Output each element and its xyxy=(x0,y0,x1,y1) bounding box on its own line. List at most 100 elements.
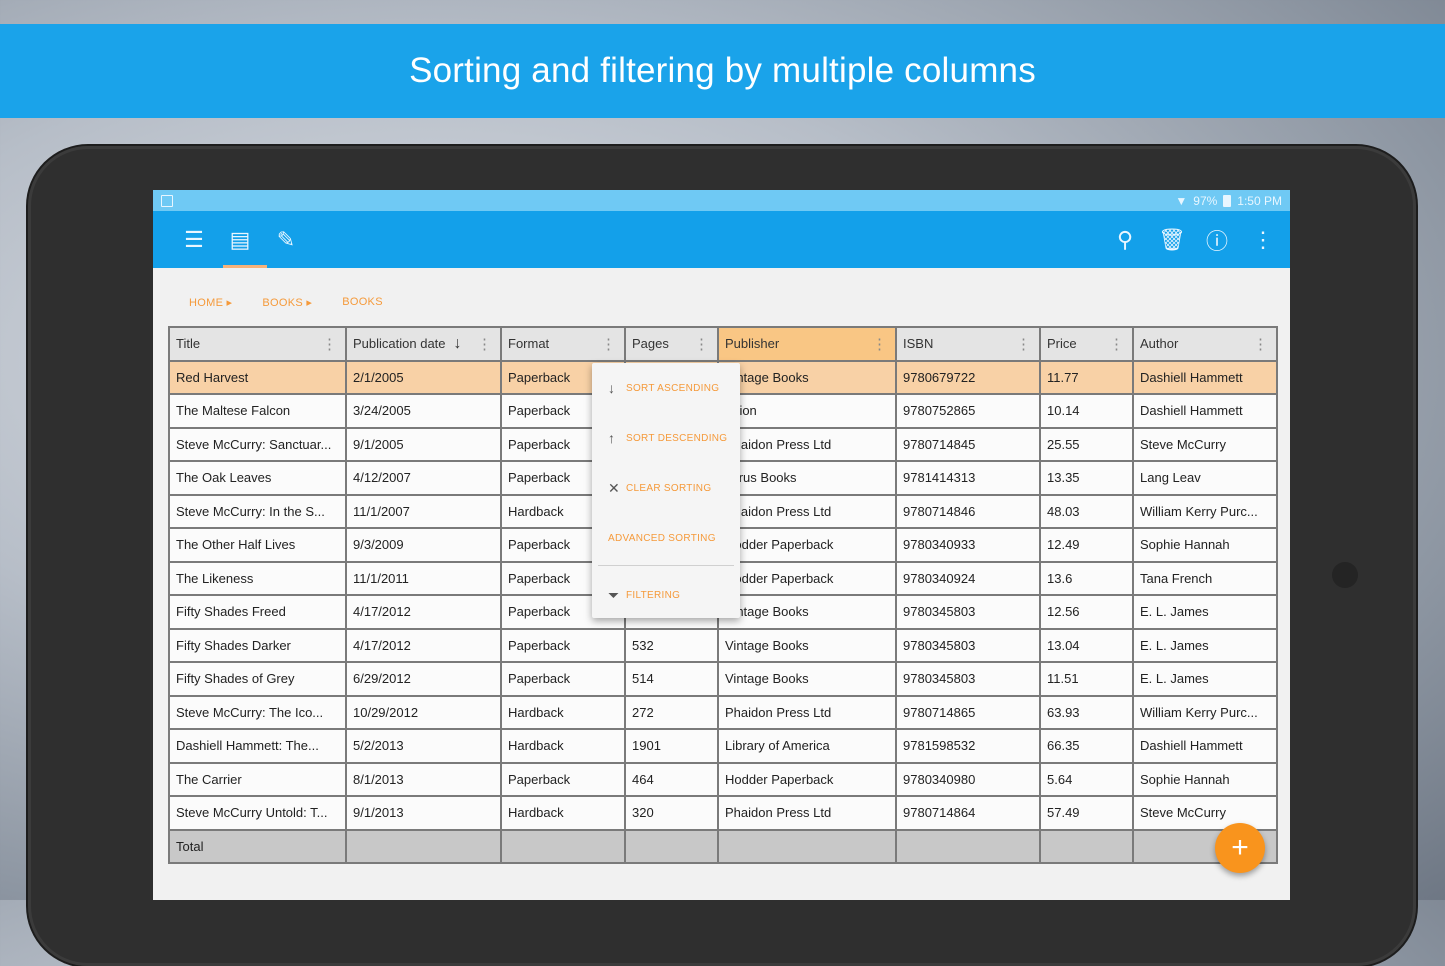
cell-author[interactable]: E. L. James xyxy=(1132,661,1278,697)
cell-publisher[interactable]: Hodder Paperback xyxy=(717,761,897,797)
cell-title[interactable]: The Other Half Lives xyxy=(168,527,347,563)
cell-price[interactable]: 57.49 xyxy=(1039,795,1134,831)
cell-title[interactable]: The Likeness xyxy=(168,560,347,596)
search-icon[interactable]: ⚲ xyxy=(1112,227,1138,253)
add-record-button[interactable]: + xyxy=(1215,823,1265,873)
cell-isbn[interactable]: 9781598532 xyxy=(895,728,1041,764)
cell-format[interactable]: Paperback xyxy=(500,627,626,663)
table-row[interactable]: Fifty Shades Darker 4/17/2012 Paperback 532… xyxy=(168,627,1278,663)
column-header-title[interactable]: Title ⋮ xyxy=(168,326,347,362)
table-row[interactable]: The Carrier 8/1/2013 Paperback 464 Hodder Pa… xyxy=(168,761,1278,797)
cell-title[interactable]: Fifty Shades Freed xyxy=(168,594,347,630)
menu-icon[interactable]: ☰ xyxy=(181,227,207,253)
cell-format[interactable]: Paperback xyxy=(500,761,626,797)
cell-price[interactable]: 13.04 xyxy=(1039,627,1134,663)
cell-publication-date[interactable]: 11/1/2007 xyxy=(345,493,502,529)
cell-pages[interactable]: 464 xyxy=(624,761,719,797)
cell-isbn[interactable]: 9780345803 xyxy=(895,661,1041,697)
cell-isbn[interactable]: 9780340933 xyxy=(895,527,1041,563)
cell-format[interactable]: Hardback xyxy=(500,728,626,764)
cell-publication-date[interactable]: 9/3/2009 xyxy=(345,527,502,563)
cell-publisher[interactable]: Vintage Books xyxy=(717,627,897,663)
cell-title[interactable]: Red Harvest xyxy=(168,359,347,395)
cell-publisher[interactable]: Phaidon Press Ltd xyxy=(717,493,897,529)
cell-publisher[interactable]: Vintage Books xyxy=(717,359,897,395)
cell-author[interactable]: Steve McCurry xyxy=(1132,795,1278,831)
cell-publication-date[interactable]: 9/1/2013 xyxy=(345,795,502,831)
cell-format[interactable]: Hardback xyxy=(500,795,626,831)
column-header-pages[interactable]: Pages ⋮ xyxy=(624,326,719,362)
cell-isbn[interactable]: 9780679722 xyxy=(895,359,1041,395)
menu-item-sort-descending[interactable]: ↑ SORT DESCENDING xyxy=(592,413,740,463)
cell-isbn[interactable]: 9780345803 xyxy=(895,627,1041,663)
cell-author[interactable]: Dashiell Hammett xyxy=(1132,359,1278,395)
table-view-icon[interactable]: ▤ xyxy=(227,227,253,253)
cell-price[interactable]: 66.35 xyxy=(1039,728,1134,764)
column-menu-icon[interactable]: ⋮ xyxy=(1109,335,1124,353)
column-header-author[interactable]: Author ⋮ xyxy=(1132,326,1278,362)
cell-title[interactable]: Steve McCurry Untold: T... xyxy=(168,795,347,831)
table-row[interactable]: Fifty Shades of Grey 6/29/2012 Paperback 51… xyxy=(168,661,1278,697)
column-menu-icon[interactable]: ⋮ xyxy=(601,335,616,353)
cell-isbn[interactable]: 9780340924 xyxy=(895,560,1041,596)
cell-price[interactable]: 12.56 xyxy=(1039,594,1134,630)
cell-isbn[interactable]: 9780340980 xyxy=(895,761,1041,797)
column-menu-icon[interactable]: ⋮ xyxy=(872,335,887,353)
cell-author[interactable]: Dashiell Hammett xyxy=(1132,728,1278,764)
cell-author[interactable]: E. L. James xyxy=(1132,594,1278,630)
cell-author[interactable]: William Kerry Purc... xyxy=(1132,493,1278,529)
cell-author[interactable]: Sophie Hannah xyxy=(1132,527,1278,563)
cell-pages[interactable]: 1901 xyxy=(624,728,719,764)
cell-format[interactable]: Hardback xyxy=(500,694,626,730)
column-header-format[interactable]: Format ⋮ xyxy=(500,326,626,362)
cell-publication-date[interactable]: 8/1/2013 xyxy=(345,761,502,797)
edit-icon[interactable]: ✎ xyxy=(273,227,299,253)
cell-title[interactable]: Steve McCurry: In the S... xyxy=(168,493,347,529)
cell-publisher[interactable]: Phaidon Press Ltd xyxy=(717,426,897,462)
cell-isbn[interactable]: 9780714845 xyxy=(895,426,1041,462)
column-menu-icon[interactable]: ⋮ xyxy=(1016,335,1031,353)
cell-publisher[interactable]: Hodder Paperback xyxy=(717,560,897,596)
cell-publication-date[interactable]: 4/17/2012 xyxy=(345,594,502,630)
cell-publisher[interactable]: Orion xyxy=(717,393,897,429)
column-header-publisher[interactable]: Publisher ⋮ xyxy=(717,326,897,362)
cell-price[interactable]: 25.55 xyxy=(1039,426,1134,462)
column-menu-icon[interactable]: ⋮ xyxy=(477,335,492,353)
column-menu-icon[interactable]: ⋮ xyxy=(1253,335,1268,353)
cell-publisher[interactable]: Vintage Books xyxy=(717,661,897,697)
table-row[interactable]: Steve McCurry: The Ico... 10/29/2012 Hardb… xyxy=(168,694,1278,730)
cell-publisher[interactable]: Phaidon Press Ltd xyxy=(717,795,897,831)
cell-pages[interactable]: 532 xyxy=(624,627,719,663)
cell-publication-date[interactable]: 3/24/2005 xyxy=(345,393,502,429)
cell-title[interactable]: Fifty Shades Darker xyxy=(168,627,347,663)
cell-isbn[interactable]: 9781414313 xyxy=(895,460,1041,496)
breadcrumb-books[interactable]: BOOKS ▸ xyxy=(262,296,312,309)
cell-isbn[interactable]: 9780714865 xyxy=(895,694,1041,730)
cell-publication-date[interactable]: 10/29/2012 xyxy=(345,694,502,730)
cell-publication-date[interactable]: 6/29/2012 xyxy=(345,661,502,697)
cell-author[interactable]: Steve McCurry xyxy=(1132,426,1278,462)
info-icon[interactable]: ⓘ xyxy=(1204,224,1230,256)
cell-title[interactable]: The Carrier xyxy=(168,761,347,797)
cell-price[interactable]: 12.49 xyxy=(1039,527,1134,563)
menu-item-sort-ascending[interactable]: ↓ SORT ASCENDING xyxy=(592,363,740,413)
cell-pages[interactable]: 272 xyxy=(624,694,719,730)
cell-isbn[interactable]: 9780752865 xyxy=(895,393,1041,429)
cell-title[interactable]: Fifty Shades of Grey xyxy=(168,661,347,697)
cell-price[interactable]: 11.51 xyxy=(1039,661,1134,697)
cell-isbn[interactable]: 9780345803 xyxy=(895,594,1041,630)
column-header-publication-date[interactable]: Publication date ↓ ⋮ xyxy=(345,326,502,362)
cell-title[interactable]: The Maltese Falcon xyxy=(168,393,347,429)
cell-publisher[interactable]: Library of America xyxy=(717,728,897,764)
cell-publisher[interactable]: Vintage Books xyxy=(717,594,897,630)
more-vert-icon[interactable]: ⋮ xyxy=(1250,227,1276,253)
breadcrumb-books-current[interactable]: BOOKS xyxy=(342,296,383,308)
cell-publisher[interactable]: Phaidon Press Ltd xyxy=(717,694,897,730)
cell-isbn[interactable]: 9780714864 xyxy=(895,795,1041,831)
cell-publication-date[interactable]: 4/12/2007 xyxy=(345,460,502,496)
cell-author[interactable]: Sophie Hannah xyxy=(1132,761,1278,797)
cell-publication-date[interactable]: 5/2/2013 xyxy=(345,728,502,764)
cell-price[interactable]: 11.77 xyxy=(1039,359,1134,395)
cell-publication-date[interactable]: 11/1/2011 xyxy=(345,560,502,596)
cell-format[interactable]: Paperback xyxy=(500,661,626,697)
